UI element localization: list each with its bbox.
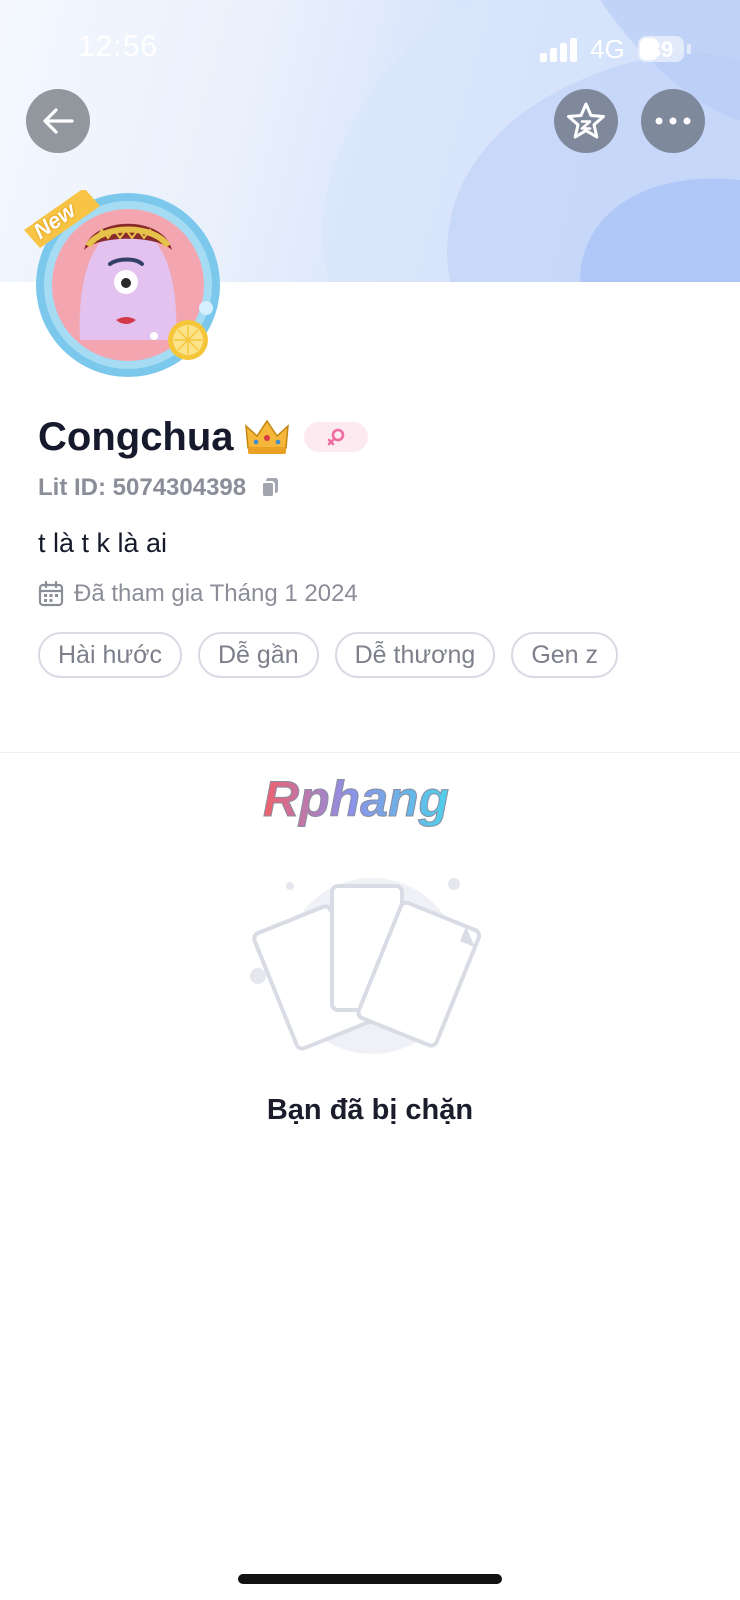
profile-bio: t là t k là ai xyxy=(38,528,168,558)
copy-icon[interactable] xyxy=(260,477,280,499)
back-button[interactable] xyxy=(26,89,90,153)
ellipsis-icon xyxy=(655,117,691,125)
battery-level: 39 xyxy=(648,37,674,62)
interest-tags: Hài hước Dễ gần Dễ thương Gen z xyxy=(38,632,634,678)
lit-id-row: Lit ID: 5074304398 xyxy=(38,474,280,502)
tag-chip: Dễ gần xyxy=(198,632,319,678)
battery-tip xyxy=(687,44,691,54)
joined-date: Đã tham gia Tháng 1 2024 xyxy=(74,580,358,607)
calendar-icon xyxy=(38,581,64,607)
avatar[interactable]: New xyxy=(22,188,232,380)
cellular-signal-icon xyxy=(540,38,580,62)
tag-chip: Dễ thương xyxy=(334,632,496,678)
battery-icon: 39 xyxy=(638,36,684,62)
star-icon xyxy=(567,102,605,139)
gender-badge xyxy=(303,422,368,452)
favorite-button[interactable] xyxy=(554,89,618,153)
arrow-left-icon xyxy=(43,108,74,134)
tag-chip: Gen z xyxy=(511,632,619,678)
profile-name-row: Congchua xyxy=(38,412,368,462)
lit-id: Lit ID: 5074304398 xyxy=(38,474,247,501)
display-name: Congchua xyxy=(38,414,234,459)
more-options-button[interactable] xyxy=(641,89,705,153)
blocked-message: Bạn đã bị chặn xyxy=(266,1094,474,1126)
blocked-cards-illustration xyxy=(250,878,482,1054)
status-bar: 12:56 4G 39 xyxy=(0,0,740,100)
female-icon xyxy=(327,428,344,446)
network-type: 4G xyxy=(590,34,625,64)
watermark-logo: Rphang xyxy=(263,771,450,828)
tag-chip: Hài hước xyxy=(38,632,182,678)
crown-icon xyxy=(244,419,289,454)
joined-row: Đã tham gia Tháng 1 2024 xyxy=(38,580,358,608)
home-indicator[interactable] xyxy=(238,1574,502,1584)
section-divider xyxy=(0,752,740,753)
status-time: 12:56 xyxy=(78,30,159,63)
watermark-text: Rphang xyxy=(263,771,449,827)
